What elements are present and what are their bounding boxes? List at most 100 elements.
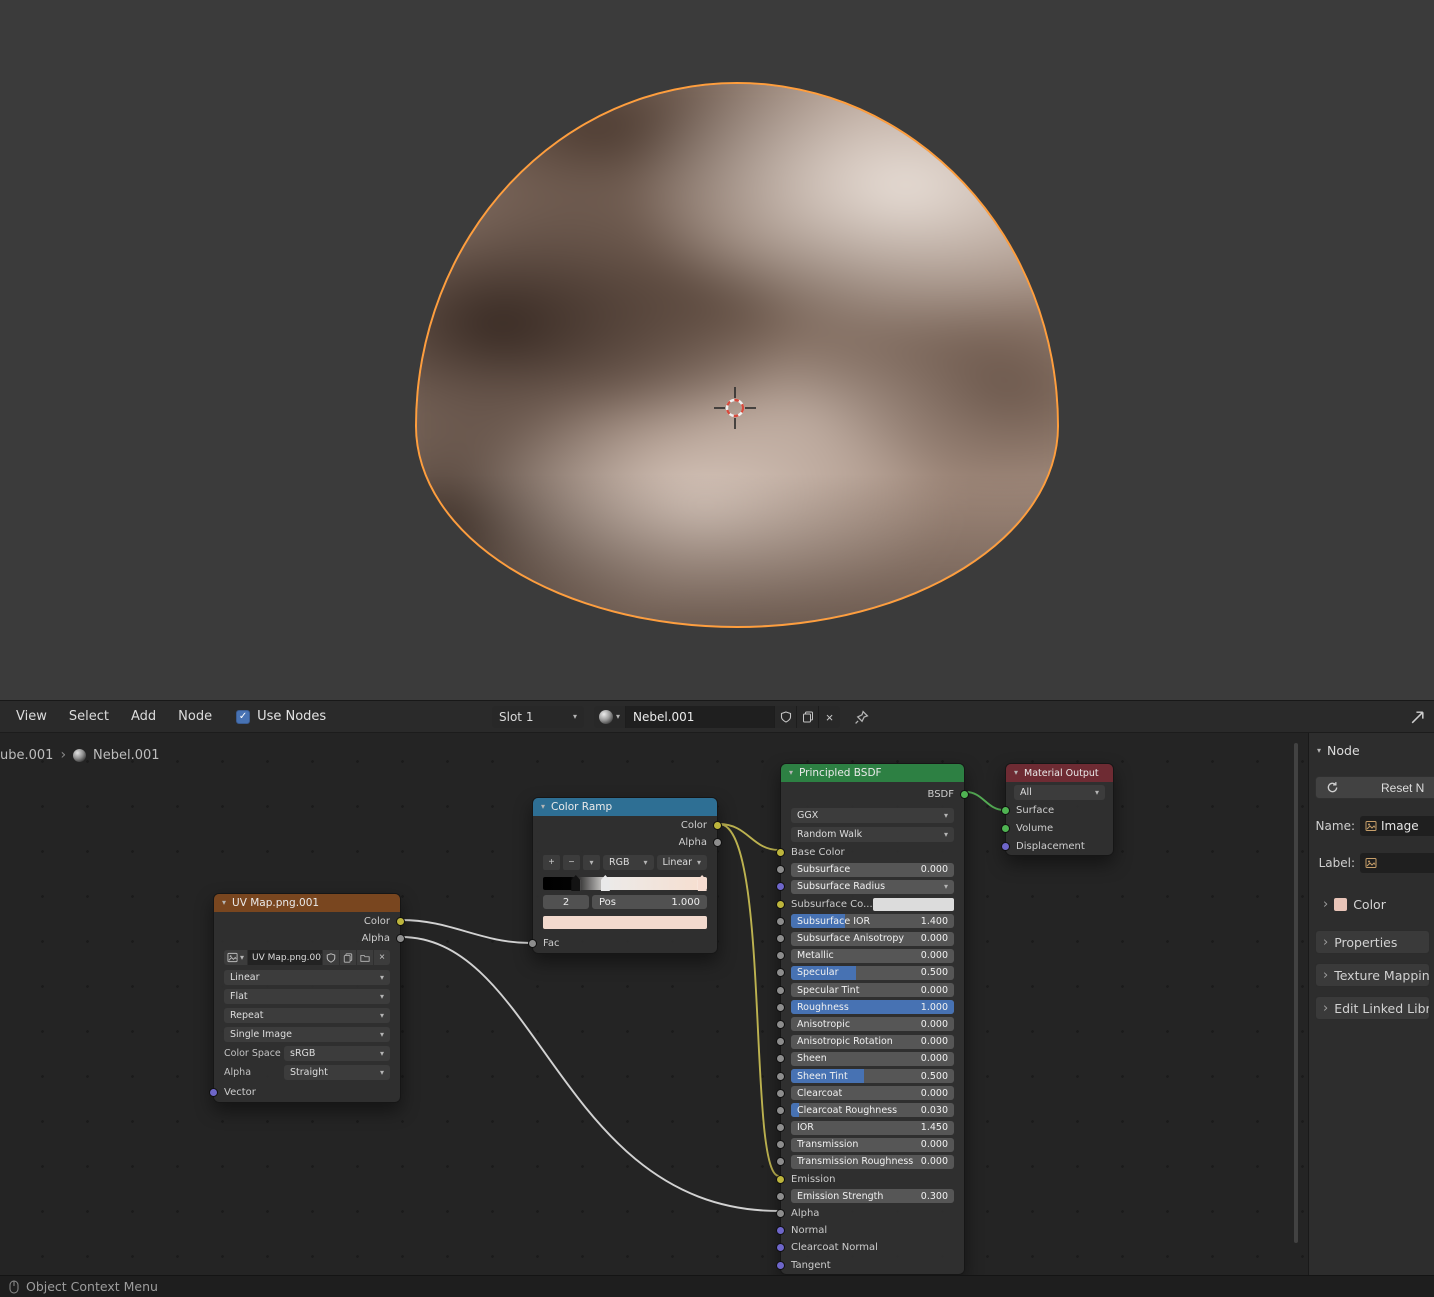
socket-bsdf-output[interactable] (960, 789, 969, 799)
ramp-options-dropdown[interactable]: ▾ (583, 855, 600, 870)
socket-volume-input[interactable] (1001, 823, 1010, 833)
use-nodes-toggle[interactable]: ✓ Use Nodes (236, 709, 326, 724)
socket-displacement-input[interactable] (1001, 841, 1010, 851)
slider-transmission-roughness[interactable]: Transmission Roughness 0.000 (791, 1154, 954, 1169)
image-open-button[interactable] (357, 950, 373, 965)
alpha-mode-dropdown[interactable]: Straight ▾ (284, 1065, 390, 1080)
slider-emission-strength[interactable]: Emission Strength 0.300 (791, 1189, 954, 1204)
color-ramp-gradient[interactable] (543, 875, 707, 891)
socket-anisotropic-rotation-input[interactable] (776, 1037, 785, 1047)
ramp-stop-2[interactable] (697, 875, 707, 891)
color-space-dropdown[interactable]: sRGB ▾ (284, 1046, 390, 1061)
slider-roughness[interactable]: Roughness 1.000 (791, 1000, 954, 1015)
socket-metallic-input[interactable] (776, 951, 785, 961)
color-field-subsurface-co[interactable] (872, 897, 954, 911)
socket-sheen-tint-input[interactable] (776, 1071, 785, 1081)
socket-emission-input[interactable] (776, 1174, 785, 1184)
socket-base-color-input[interactable] (776, 848, 785, 858)
socket-surface-input[interactable] (1001, 805, 1010, 815)
selected-dome-mesh[interactable] (415, 82, 1059, 628)
stop-index-field[interactable]: 2 (543, 895, 589, 909)
pin-icon[interactable] (854, 709, 869, 725)
slider-specular[interactable]: Specular 0.500 (791, 965, 954, 980)
add-stop-button[interactable]: + (543, 855, 560, 870)
menu-add[interactable]: Add (121, 706, 166, 727)
slider-transmission[interactable]: Transmission 0.000 (791, 1137, 954, 1152)
socket-subsurface-anisotropy-input[interactable] (776, 934, 785, 944)
fake-user-shield-button[interactable] (774, 706, 797, 728)
material-slot-dropdown[interactable]: Slot 1 ▾ (492, 706, 584, 728)
material-browse-dropdown[interactable]: ▾ (594, 706, 627, 728)
socket-clearcoat-normal-input[interactable] (776, 1243, 785, 1253)
node-header-image-texture[interactable]: ▾ UV Map.png.001 (214, 894, 400, 912)
socket-subsurface-ior-input[interactable] (776, 916, 785, 926)
slider-metallic[interactable]: Metallic 0.000 (791, 948, 954, 963)
ramp-stop-0[interactable] (571, 875, 581, 891)
socket-roughness-input[interactable] (776, 1002, 785, 1012)
node-editor-canvas[interactable]: ube.001 › Nebel.001 ▾ UV Map.png.001 Col… (0, 733, 1434, 1275)
subsurface-method-dropdown[interactable]: Random Walk ▾ (791, 827, 954, 842)
socket-subsurface-co-input[interactable] (776, 899, 785, 909)
socket-fac-input[interactable] (528, 938, 537, 948)
stop-position-slider[interactable]: Pos 1.000 (592, 895, 707, 909)
dropdown-subsurface-radius[interactable]: Subsurface Radius ▾ (791, 879, 954, 894)
menu-view[interactable]: View (6, 706, 57, 727)
uv-dropdown-flat[interactable]: Flat ▾ (224, 989, 390, 1004)
socket-vector-input[interactable] (209, 1087, 218, 1097)
socket-clearcoat-input[interactable] (776, 1088, 785, 1098)
slider-subsurface[interactable]: Subsurface 0.000 (791, 862, 954, 877)
uv-dropdown-repeat[interactable]: Repeat ▾ (224, 1008, 390, 1023)
socket-ior-input[interactable] (776, 1123, 785, 1133)
socket-color-output[interactable] (396, 916, 405, 926)
image-fake-user-button[interactable] (323, 950, 339, 965)
menu-node[interactable]: Node (168, 706, 222, 727)
slider-ior[interactable]: IOR 1.450 (791, 1120, 954, 1135)
slider-anisotropic[interactable]: Anisotropic 0.000 (791, 1017, 954, 1032)
socket-subsurface-input[interactable] (776, 865, 785, 875)
socket-alpha-output[interactable] (713, 838, 722, 847)
slider-subsurface-ior[interactable]: Subsurface IOR 1.400 (791, 914, 954, 929)
node-name-field[interactable]: Image (1360, 816, 1434, 836)
collapse-chevron-icon[interactable]: ▾ (222, 899, 226, 907)
image-duplicate-button[interactable] (340, 950, 356, 965)
image-browse-dropdown[interactable]: ▾ (224, 950, 248, 965)
slider-specular-tint[interactable]: Specular Tint 0.000 (791, 983, 954, 998)
node-principled-bsdf[interactable]: ▾ Principled BSDF BSDF GGX ▾ Random Walk… (776, 763, 969, 1275)
node-editor-scrollbar[interactable] (1294, 743, 1298, 1243)
socket-specular-tint-input[interactable] (776, 985, 785, 995)
editor-corner-action-icon[interactable] (1409, 709, 1426, 730)
panel-properties[interactable]: › Properties (1315, 930, 1430, 954)
image-name-field[interactable]: UV Map.png.001 (248, 950, 322, 965)
socket-anisotropic-input[interactable] (776, 1019, 785, 1029)
material-name-field[interactable]: Nebel.001 (626, 706, 775, 728)
uv-dropdown-linear[interactable]: Linear ▾ (224, 970, 390, 985)
slider-sheen-tint[interactable]: Sheen Tint 0.500 (791, 1069, 954, 1084)
reset-node-button[interactable]: Reset N (1315, 776, 1434, 799)
collapse-chevron-icon[interactable]: ▾ (541, 803, 545, 811)
socket-normal-input[interactable] (776, 1226, 785, 1236)
slider-sheen[interactable]: Sheen 0.000 (791, 1051, 954, 1066)
node-header-color-ramp[interactable]: ▾ Color Ramp (533, 798, 717, 816)
distribution-dropdown[interactable]: GGX ▾ (791, 808, 954, 823)
unlink-material-button[interactable]: × (818, 706, 841, 728)
slider-clearcoat-roughness[interactable]: Clearcoat Roughness 0.030 (791, 1103, 954, 1118)
slider-subsurface-anisotropy[interactable]: Subsurface Anisotropy 0.000 (791, 931, 954, 946)
interpolation-dropdown[interactable]: Linear ▾ (656, 855, 707, 870)
socket-transmission-roughness-input[interactable] (776, 1157, 785, 1167)
remove-stop-button[interactable]: − (563, 855, 580, 870)
node-image-texture[interactable]: ▾ UV Map.png.001 Color Alpha ▾ UV Map.pn… (209, 893, 405, 1103)
socket-sheen-input[interactable] (776, 1054, 785, 1064)
slider-clearcoat[interactable]: Clearcoat 0.000 (791, 1086, 954, 1101)
menu-select[interactable]: Select (59, 706, 119, 727)
output-target-dropdown[interactable]: All ▾ (1014, 785, 1105, 800)
socket-tangent-input[interactable] (776, 1260, 785, 1270)
node-header-principled-bsdf[interactable]: ▾ Principled BSDF (781, 764, 964, 782)
3d-viewport[interactable] (0, 0, 1434, 700)
color-mode-dropdown[interactable]: RGB ▾ (603, 855, 654, 870)
stop-color-swatch[interactable] (543, 916, 707, 929)
panel-edit-linked-libra[interactable]: › Edit Linked Libra (1315, 996, 1430, 1020)
socket-specular-input[interactable] (776, 968, 785, 978)
node-color-ramp[interactable]: ▾ Color Ramp Color Alpha + − ▾ RGB ▾ Lin… (528, 797, 722, 954)
socket-transmission-input[interactable] (776, 1140, 785, 1150)
slider-anisotropic-rotation[interactable]: Anisotropic Rotation 0.000 (791, 1034, 954, 1049)
